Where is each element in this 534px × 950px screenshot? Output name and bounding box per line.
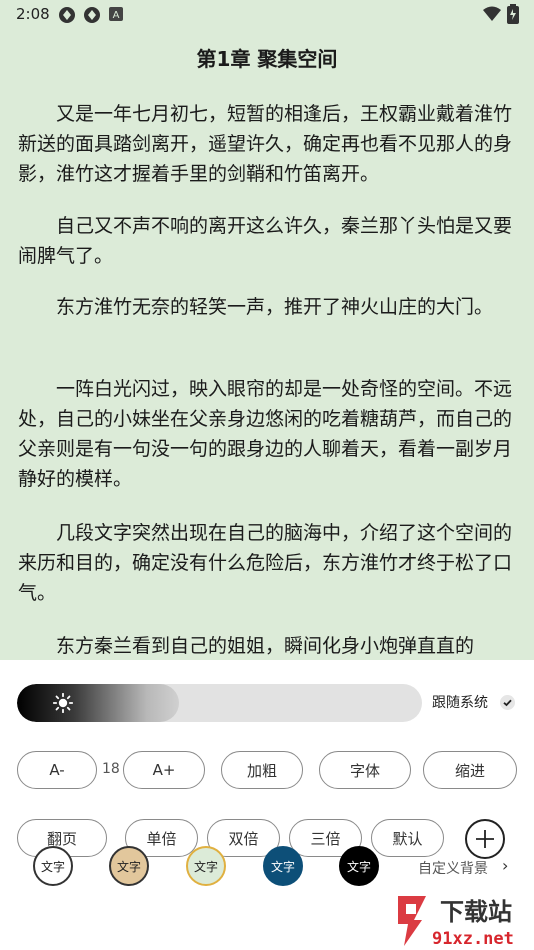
watermark-text: 下载站 xyxy=(440,898,512,926)
theme-swatch-navy[interactable]: 文字 xyxy=(263,846,303,886)
paragraph: 一阵白光闪过，映入眼帘的却是一处奇怪的空间。不远处，自己的小妹坐在父亲身边悠闲的… xyxy=(18,378,513,490)
add-icon[interactable] xyxy=(465,819,505,859)
bold-button[interactable]: 加粗 xyxy=(221,751,303,789)
wifi-icon xyxy=(483,6,501,21)
font-button[interactable]: 字体 xyxy=(319,751,411,789)
font-size-value: 18 xyxy=(102,761,120,777)
font-decrease-button[interactable]: A- xyxy=(17,751,97,789)
battery-icon xyxy=(507,4,519,24)
follow-system-label[interactable]: 跟随系统 xyxy=(432,692,488,712)
paragraph: 自己又不声不响的离开这么许久，秦兰那丫头怕是又要闹脾气了。 xyxy=(18,215,513,267)
theme-swatch-white[interactable]: 文字 xyxy=(33,846,73,886)
reading-area[interactable]: 第1章 聚集空间 又是一年七月初七，短暂的相逢后，王权霸业戴着淮竹新送的面具踏剑… xyxy=(0,28,534,660)
check-icon[interactable] xyxy=(500,695,515,710)
paragraph: 又是一年七月初七，短暂的相逢后，王权霸业戴着淮竹新送的面具踏剑离开，遥望许久，确… xyxy=(18,103,513,185)
chapter-title: 第1章 聚集空间 xyxy=(196,47,338,71)
watermark-url: 91xz.net xyxy=(432,929,514,948)
font-increase-button[interactable]: A+ xyxy=(123,751,205,789)
keyboard-notification-icon: A xyxy=(109,7,123,21)
theme-swatch-green[interactable]: 文字 xyxy=(186,846,226,886)
app-notification-icon xyxy=(59,7,75,23)
theme-swatch-tan[interactable]: 文字 xyxy=(109,846,149,886)
brightness-slider-fill xyxy=(17,684,179,722)
svg-text:A: A xyxy=(113,10,120,21)
status-bar: 2:08 A xyxy=(0,0,534,28)
paragraph: 东方淮竹无奈的轻笑一声，推开了神火山庄的大门。 xyxy=(56,296,494,318)
indent-button[interactable]: 缩进 xyxy=(423,751,517,789)
paragraph: 东方秦兰看到自己的姐姐，瞬间化身小炮弹直直的 xyxy=(56,635,475,657)
brightness-slider[interactable] xyxy=(17,684,422,722)
status-time: 2:08 xyxy=(16,5,50,23)
paragraph: 几段文字突然出现在自己的脑海中，介绍了这个空间的来历和目的，确定没有什么危险后，… xyxy=(18,522,513,604)
line-spacing-default-button[interactable]: 默认 xyxy=(371,819,444,857)
brightness-sun-icon xyxy=(53,693,73,713)
chevron-right-icon[interactable]: › xyxy=(502,856,508,875)
theme-swatch-black[interactable]: 文字 xyxy=(339,846,379,886)
custom-background-button[interactable]: 自定义背景 xyxy=(418,858,488,878)
watermark-logo: 下载站 91xz.net xyxy=(398,896,514,948)
app-notification-icon xyxy=(84,7,100,23)
